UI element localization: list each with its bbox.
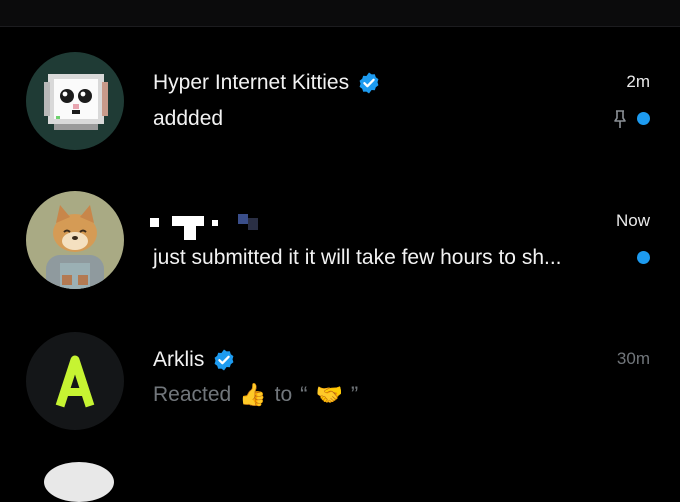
avatar-next-conversation-partial[interactable] [44, 462, 114, 502]
pin-icon [614, 110, 626, 128]
conversation-name-text: Hyper Internet Kitties [153, 71, 350, 94]
redaction-block [238, 214, 248, 224]
pixel-computer-cat-icon [44, 74, 108, 130]
open-quote: “ [300, 382, 308, 407]
verified-badge-icon [359, 72, 379, 94]
conversation-time: 30m [616, 349, 650, 368]
unread-indicator [637, 251, 650, 264]
redaction-block [184, 226, 196, 240]
thumbs-up-reaction-icon: 👍 [239, 382, 267, 407]
redaction-block [150, 218, 159, 227]
conversation-name: Hyper Internet Kitties [153, 71, 381, 95]
conversation-preview: just submitted it it will take few hours… [153, 246, 562, 269]
conversation-row-hyper-internet-kitties[interactable]: Hyper Internet Kitties 2m addded [0, 40, 680, 160]
shiba-dog-icon [46, 205, 104, 289]
conversation-name-text: Arklis [153, 348, 205, 371]
top-bar [0, 0, 680, 27]
redaction-block [172, 216, 204, 226]
handshake-emoji-icon: 🤝 [315, 382, 343, 407]
avatar-redacted-user[interactable] [26, 191, 124, 289]
redaction-block [248, 218, 258, 230]
close-quote: ” [350, 382, 359, 407]
avatar-hyper-internet-kitties[interactable] [26, 52, 124, 150]
conversation-name: Arklis [153, 348, 236, 372]
preview-prefix: Reacted [153, 383, 232, 406]
conversation-preview: addded [153, 107, 224, 130]
avatar-arklis[interactable] [26, 332, 124, 430]
redaction-block [212, 220, 218, 226]
conversation-preview: Reacted 👍 to “ 🤝 ” [153, 382, 358, 408]
conversation-row-redacted[interactable]: Now just submitted it it will take few h… [0, 180, 680, 300]
arklis-a-logo-icon [55, 355, 95, 408]
conversation-row-arklis[interactable]: Arklis 30m Reacted 👍 to “ 🤝 ” [0, 320, 680, 440]
unread-indicator [637, 112, 650, 125]
verified-badge-icon [214, 349, 234, 371]
preview-mid: to [274, 383, 293, 406]
conversation-time: Now [615, 211, 650, 230]
conversation-time: 2m [626, 72, 650, 91]
